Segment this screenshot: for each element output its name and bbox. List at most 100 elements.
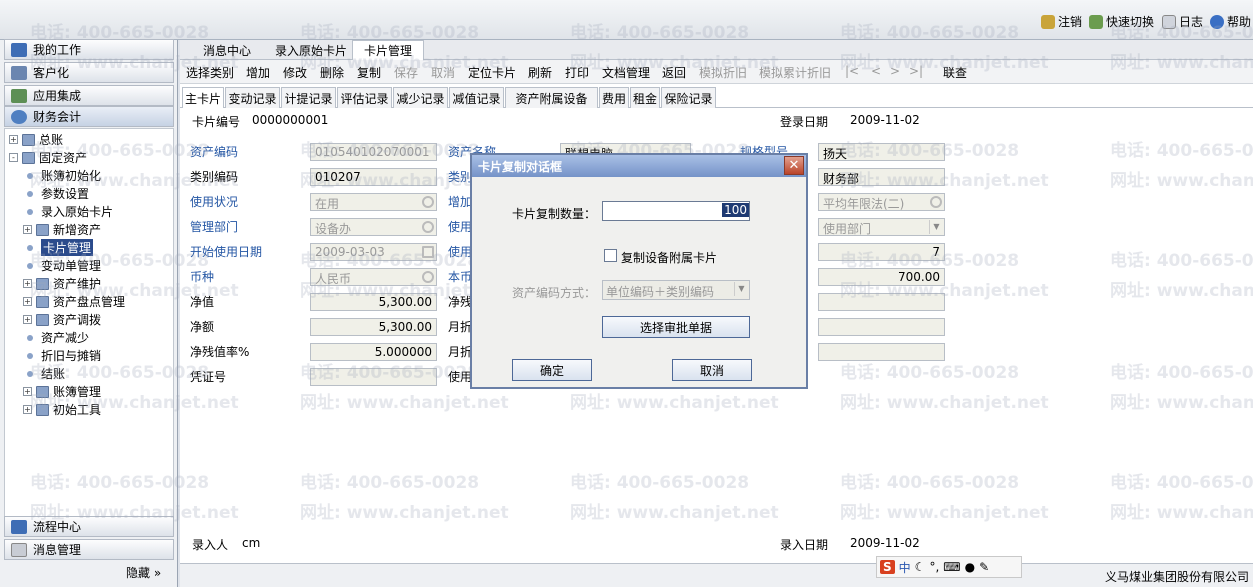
toolbar-item[interactable]: 模拟折旧	[699, 64, 747, 81]
collapse-icon[interactable]: -	[9, 153, 18, 162]
tab-card-management[interactable]: 卡片管理	[352, 40, 424, 60]
moon-icon[interactable]: ☾	[915, 560, 926, 574]
sogou-icon[interactable]: S	[880, 560, 895, 574]
subtab[interactable]: 变动记录	[225, 87, 280, 108]
nav-my-work[interactable]: 我的工作	[4, 39, 174, 60]
ime-mode[interactable]: 中	[899, 559, 911, 576]
nav-customize[interactable]: 客户化	[4, 62, 174, 83]
nav-message[interactable]: 消息管理	[4, 539, 174, 560]
chevron-down-icon[interactable]: ▼	[734, 282, 748, 296]
start-date-field[interactable]: 2009-03-03	[310, 243, 437, 261]
toolbar-item[interactable]: 复制	[357, 64, 381, 81]
toolbar-item[interactable]: 增加	[246, 64, 270, 81]
expand-icon[interactable]: +	[23, 297, 32, 306]
depreciation-method-field[interactable]: 平均年限法(二)	[818, 193, 945, 211]
residual-rate-field[interactable]: 5.000000	[310, 343, 437, 361]
help-link[interactable]: 帮助	[1210, 13, 1251, 30]
category-code-field[interactable]: 010207	[310, 168, 437, 186]
tab-message-center[interactable]: 消息中心	[190, 40, 264, 60]
subtab[interactable]: 资产附属设备	[505, 87, 598, 108]
copy-qty-input[interactable]: 100	[602, 201, 750, 221]
expand-icon[interactable]: +	[23, 387, 32, 396]
select-approval-button[interactable]: 选择审批单据	[602, 316, 750, 338]
toolbar-item[interactable]: <	[871, 64, 881, 78]
expand-icon[interactable]: +	[23, 315, 32, 324]
toolbar-item[interactable]: 联查	[943, 64, 967, 81]
right-field-8[interactable]	[818, 318, 945, 336]
tree-item[interactable]: - 固定资产	[9, 149, 87, 166]
subtab[interactable]: 保险记录	[661, 87, 716, 108]
subtab[interactable]: 费用	[599, 87, 629, 108]
tree-item[interactable]: 折旧与摊销	[23, 347, 101, 364]
spec-field[interactable]: 扬天	[818, 143, 945, 161]
nav-app-integration[interactable]: 应用集成	[4, 85, 174, 106]
keyboard-icon[interactable]: ⌨	[943, 560, 960, 574]
tree-item[interactable]: + 账簿管理	[23, 383, 101, 400]
tree-item[interactable]: 资产减少	[23, 329, 89, 346]
toolbar-item[interactable]: 修改	[283, 64, 307, 81]
right-dept-field[interactable]: 财务部	[818, 168, 945, 186]
dept-field[interactable]: 设备办	[310, 218, 437, 236]
toolbar-item[interactable]: >	[890, 64, 900, 78]
usage-dept-select[interactable]: 使用部门 ▼	[818, 218, 945, 236]
log-link[interactable]: 日志	[1162, 13, 1203, 30]
lookup-icon[interactable]	[422, 271, 434, 283]
expand-icon[interactable]: +	[9, 135, 18, 144]
tree-item[interactable]: 结账	[23, 365, 65, 382]
tree-item[interactable]: + 总账	[9, 131, 63, 148]
voucher-field[interactable]	[310, 368, 437, 386]
currency-field[interactable]: 人民币	[310, 268, 437, 286]
wrench-icon[interactable]: ✎	[979, 560, 989, 574]
subtab[interactable]: 减值记录	[449, 87, 504, 108]
quick-switch-link[interactable]: 快速切换	[1089, 13, 1154, 30]
net-amount-field[interactable]: 5,300.00	[310, 318, 437, 336]
status-field[interactable]: 在用	[310, 193, 437, 211]
code-mode-select[interactable]: 单位编码＋类别编码 ▼	[602, 280, 750, 300]
tree-item[interactable]: + 资产维护	[23, 275, 101, 292]
dialog-close-icon[interactable]: ✕	[784, 156, 804, 175]
toolbar-item[interactable]: 文档管理	[602, 64, 650, 81]
logout-link[interactable]: 注销	[1041, 13, 1082, 30]
subtab[interactable]: 租金	[630, 87, 660, 108]
cancel-button[interactable]: 取消	[672, 359, 752, 381]
asset-code-field[interactable]: 010540102070001	[310, 143, 437, 161]
tree-item[interactable]: 卡片管理	[23, 239, 94, 256]
toolbar-item[interactable]: 选择类别	[186, 64, 234, 81]
nav-finance[interactable]: 财务会计	[4, 106, 174, 127]
right-field-7[interactable]	[818, 293, 945, 311]
nav-process-center[interactable]: 流程中心	[4, 516, 174, 537]
right-field-9[interactable]	[818, 343, 945, 361]
tree-item[interactable]: + 资产调拨	[23, 311, 101, 328]
subtab[interactable]: 减少记录	[393, 87, 448, 108]
chevron-down-icon[interactable]: ▼	[929, 220, 943, 234]
expand-icon[interactable]: +	[23, 279, 32, 288]
calendar-icon[interactable]	[422, 246, 434, 258]
toolbar-item[interactable]: 刷新	[528, 64, 552, 81]
lookup-icon[interactable]	[930, 196, 942, 208]
toolbar-item[interactable]: 取消	[431, 64, 455, 81]
ok-button[interactable]: 确定	[512, 359, 592, 381]
subtab[interactable]: 主卡片	[182, 87, 224, 108]
lookup-icon[interactable]	[422, 196, 434, 208]
toolbar-item[interactable]: 删除	[320, 64, 344, 81]
subtab[interactable]: 计提记录	[281, 87, 336, 108]
tab-enter-original-card[interactable]: 录入原始卡片	[266, 40, 356, 60]
tree-item[interactable]: + 资产盘点管理	[23, 293, 125, 310]
toolbar-item[interactable]: 定位卡片	[468, 64, 516, 81]
hide-nav-button[interactable]: 隐藏 »	[126, 564, 161, 581]
copy-equipment-checkbox[interactable]	[604, 249, 617, 262]
tree-item[interactable]: + 新增资产	[23, 221, 101, 238]
tree-item[interactable]: 录入原始卡片	[23, 203, 113, 220]
toolbar-item[interactable]: 返回	[662, 64, 686, 81]
expand-icon[interactable]: +	[23, 225, 32, 234]
tree-item[interactable]: 账簿初始化	[23, 167, 101, 184]
toolbar-item[interactable]: 保存	[394, 64, 418, 81]
toolbar-item[interactable]: 模拟累计折旧	[759, 64, 831, 81]
subtab[interactable]: 评估记录	[337, 87, 392, 108]
toolbar-item[interactable]: |<	[845, 64, 859, 78]
tree-item[interactable]: + 初始工具	[23, 401, 101, 418]
tree-item[interactable]: 参数设置	[23, 185, 89, 202]
right-field-6[interactable]: 700.00	[818, 268, 945, 286]
right-field-5[interactable]: 7	[818, 243, 945, 261]
toolbar-item[interactable]: >|	[909, 64, 923, 78]
